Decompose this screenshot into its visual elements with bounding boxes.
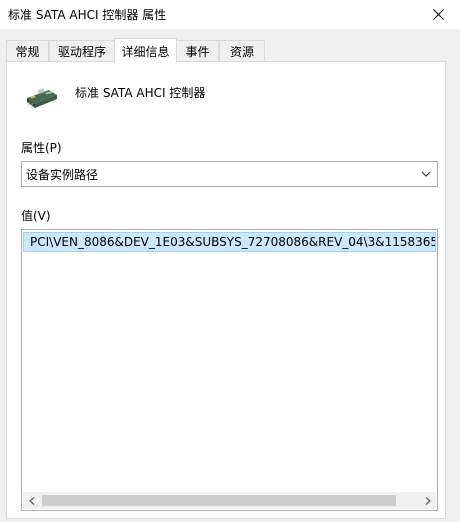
tab-details[interactable]: 详细信息 [114, 38, 177, 63]
tab-label: 详细信息 [121, 44, 170, 59]
close-icon [432, 9, 444, 20]
scroll-right-button[interactable] [419, 492, 436, 509]
scroll-left-button[interactable] [23, 492, 40, 509]
value-listbox[interactable]: PCI\VEN_8086&DEV_1E03&SUBSYS_72708086&RE… [21, 229, 438, 511]
property-label: 属性(P) [21, 141, 62, 155]
list-item-text: PCI\VEN_8086&DEV_1E03&SUBSYS_72708086&RE… [30, 235, 436, 249]
chevron-left-icon [28, 496, 34, 505]
value-label: 值(V) [21, 209, 51, 223]
tab-label: 事件 [185, 45, 210, 59]
tab-events[interactable]: 事件 [176, 40, 219, 62]
property-selected-value: 设备实例路径 [26, 167, 99, 182]
tab-resources[interactable]: 资源 [219, 40, 265, 62]
scroll-thumb[interactable] [42, 495, 396, 506]
property-select[interactable]: 设备实例路径 [21, 161, 438, 187]
close-button[interactable] [416, 0, 460, 29]
window-title: 标准 SATA AHCI 控制器 属性 [8, 8, 167, 22]
tab-general[interactable]: 常规 [6, 40, 49, 62]
device-name: 标准 SATA AHCI 控制器 [75, 86, 206, 100]
tab-label: 常规 [15, 45, 40, 59]
details-panel: 标准 SATA AHCI 控制器 属性(P) 设备实例路径 值(V) PCI\V… [6, 61, 446, 519]
list-item[interactable]: PCI\VEN_8086&DEV_1E03&SUBSYS_72708086&RE… [23, 232, 436, 252]
title-bar: 标准 SATA AHCI 控制器 属性 [0, 0, 460, 29]
chevron-down-icon [421, 171, 431, 177]
tab-strip: 常规 驱动程序 详细信息 事件 资源 [6, 38, 446, 63]
tab-label: 驱动程序 [57, 45, 106, 59]
horizontal-scrollbar[interactable] [23, 492, 436, 509]
tab-driver[interactable]: 驱动程序 [49, 40, 115, 62]
chevron-right-icon [425, 496, 431, 505]
tab-label: 资源 [229, 45, 254, 59]
storage-controller-icon [27, 88, 57, 108]
